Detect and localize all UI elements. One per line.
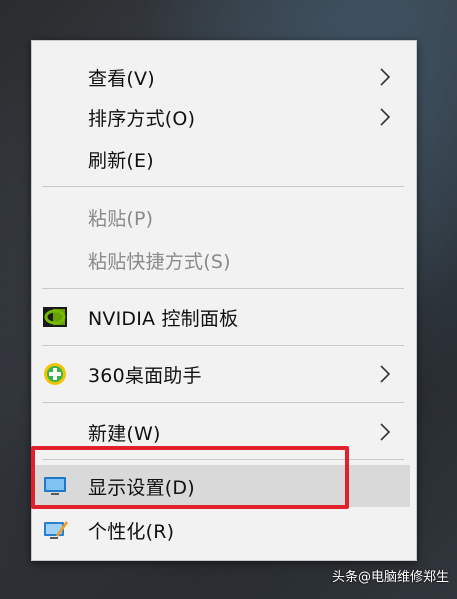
menu-item-label: 刷新(E) [88, 149, 154, 172]
highlight-annotation-box [31, 446, 349, 509]
menu-item-personalize[interactable]: 个性化(R) [32, 509, 416, 551]
nvidia-icon [43, 307, 67, 327]
360-icon [44, 363, 66, 385]
chevron-right-icon [380, 423, 391, 441]
menu-item-360-desktop-assistant[interactable]: 360桌面助手 [32, 354, 416, 394]
menu-separator [42, 288, 404, 289]
menu-item-refresh[interactable]: 刷新(E) [32, 139, 416, 179]
menu-item-sort[interactable]: 排序方式(O) [32, 97, 416, 137]
menu-item-label: 粘贴快捷方式(S) [88, 250, 231, 273]
menu-item-paste[interactable]: 粘贴(P) [32, 197, 416, 237]
menu-item-label: 新建(W) [88, 422, 161, 445]
menu-item-label: 360桌面助手 [88, 364, 202, 387]
menu-item-nvidia-control-panel[interactable]: NVIDIA 控制面板 [32, 297, 416, 337]
chevron-right-icon [380, 68, 391, 86]
chevron-right-icon [380, 365, 391, 383]
watermark: 头条@电脑维修郑生 [331, 570, 449, 585]
menu-item-paste-shortcut[interactable]: 粘贴快捷方式(S) [32, 240, 416, 280]
chevron-right-icon [380, 108, 391, 126]
menu-item-label: 排序方式(O) [88, 107, 196, 130]
menu-item-view[interactable]: 查看(V) [32, 57, 416, 97]
menu-separator [42, 345, 404, 346]
menu-separator [42, 402, 404, 403]
menu-separator [42, 186, 404, 187]
menu-item-label: NVIDIA 控制面板 [88, 307, 239, 330]
menu-item-label: 个性化(R) [88, 520, 175, 543]
menu-item-label: 查看(V) [88, 67, 155, 90]
menu-item-label: 粘贴(P) [88, 207, 154, 230]
personalize-icon [44, 521, 68, 539]
